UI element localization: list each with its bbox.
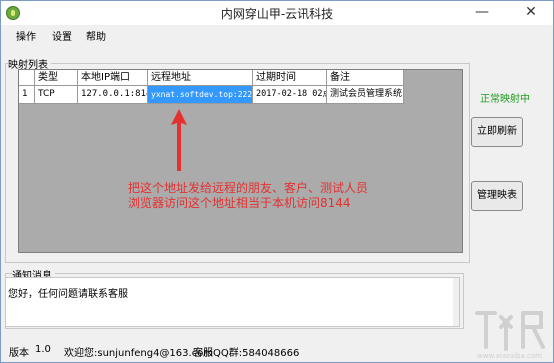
row-type: TCP [35,86,78,104]
version-value: 1.0 [35,344,51,355]
header-type[interactable]: 类型 [35,70,78,86]
title-bar[interactable]: 内网穿山甲-云讯科技 — ✕ [1,1,553,25]
manage-mapping-button[interactable]: 管理映表 [471,181,523,211]
notice-scrollbar[interactable] [453,278,459,326]
welcome-text: 欢迎您:sunjunfeng4@163.com [64,348,214,359]
menu-operate[interactable]: 操作 [16,28,36,43]
header-local-port[interactable]: 本地IP端口 [78,70,148,86]
close-button[interactable]: ✕ [516,1,546,25]
support-qq-text: 客服QQ群:584048666 [193,348,300,359]
minimize-button[interactable]: — [467,1,497,25]
watermark-icon: www.xiazaiba.com [475,311,545,360]
refresh-button[interactable]: 立即刷新 [471,117,523,147]
version-label: 版本 [9,348,29,359]
row-index: 1 [19,86,35,104]
watermark-logo: www.xiazaiba.com [471,301,554,361]
notice-text: 您好，任何问题请联系客服 [8,289,128,300]
mapping-table[interactable]: 类型 本地IP端口 远程地址 过期时间 备注 1 TCP 127.0.0.1:8… [18,69,463,253]
header-note[interactable]: 备注 [327,70,404,86]
row-expire: 2017-02-18 02点 [253,86,327,104]
menu-settings[interactable]: 设置 [52,28,72,43]
header-remote-address[interactable]: 远程地址 [148,70,253,86]
row-note: 测试会员管理系统 [327,86,404,104]
row-local-port: 127.0.0.1:8144 [78,86,148,104]
menu-help[interactable]: 帮助 [86,28,106,43]
header-corner [19,70,35,86]
svg-text:www.xiazaiba.com: www.xiazaiba.com [477,352,542,360]
header-expire[interactable]: 过期时间 [253,70,327,86]
annotation-text: 把这个地址发给远程的朋友、客户、测试人员 浏览器访问这个地址相当于本机访问814… [128,181,458,211]
app-window: 内网穿山甲-云讯科技 — ✕ 操作 设置 帮助 映射列表 类型 本地IP端口 远… [0,0,554,363]
mapping-status: 正常映射中 [480,94,530,105]
annotation-line-2: 浏览器访问这个地址相当于本机访问8144 [128,196,351,210]
annotation-line-1: 把这个地址发给远程的朋友、客户、测试人员 [128,181,369,195]
row-remote-address[interactable]: yxnat.softdev.top:2222 [148,86,253,104]
menu-bar: 操作 设置 帮助 [1,25,553,43]
red-arrow-icon [171,109,187,171]
